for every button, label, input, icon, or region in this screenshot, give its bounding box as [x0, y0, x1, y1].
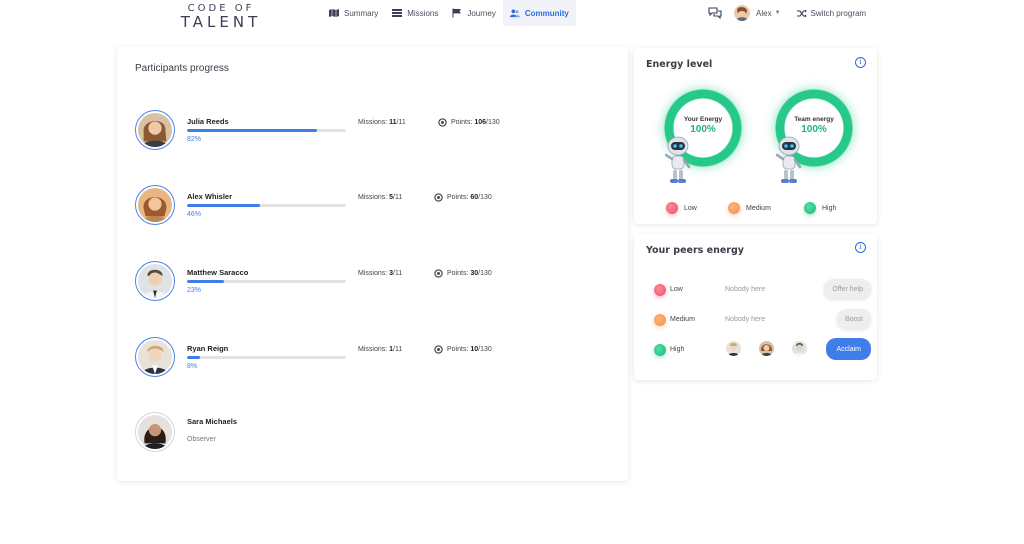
peer-row-high: High Acclaim — [634, 338, 877, 361]
nav-missions[interactable]: Missions — [385, 0, 445, 26]
legend-high-label: High — [822, 204, 837, 212]
your-energy-label: Your Energy — [683, 116, 723, 123]
energy-level-title: Energy level — [646, 59, 713, 70]
avatar[interactable] — [759, 341, 774, 356]
peer-row-medium: Medium Nobody here Boost — [634, 309, 877, 331]
chat-icon[interactable] — [708, 7, 722, 19]
avatar[interactable] — [726, 341, 741, 356]
peers-energy-title: Your peers energy — [646, 245, 744, 256]
avatar — [135, 412, 175, 452]
avatar — [135, 261, 175, 301]
progress-percent: 82% — [187, 136, 202, 143]
participant-role: Observer — [187, 436, 216, 443]
legend-high: High — [804, 202, 836, 214]
map-icon — [329, 9, 339, 17]
progress-bar — [187, 204, 346, 207]
participant-name: Julia Reeds — [187, 117, 229, 126]
user-name[interactable]: Alex — [756, 9, 772, 18]
avatar — [135, 185, 175, 225]
participant-name: Matthew Saracco — [187, 268, 249, 277]
participant-row[interactable]: Ryan Reign 8% Missions: 1/11 Points: 10/… — [117, 334, 628, 378]
points-count: Points: 106/130 — [438, 118, 500, 127]
participants-progress-title: Participants progress — [135, 63, 229, 74]
participants-progress-card: Participants progress Julia Reeds 82% Mi… — [117, 47, 628, 481]
peer-empty-text: Nobody here — [725, 316, 766, 323]
participant-row[interactable]: Matthew Saracco 23% Missions: 3/11 Point… — [117, 258, 628, 302]
medal-icon — [434, 345, 443, 354]
legend-medium: Medium — [728, 202, 771, 214]
high-dot-icon — [654, 344, 666, 356]
participant-row[interactable]: Alex Whisler 46% Missions: 5/11 Points: … — [117, 182, 628, 226]
high-dot-icon — [804, 202, 816, 214]
missions-count: Missions: 11/11 — [358, 119, 406, 126]
switch-program-label: Switch program — [810, 8, 867, 18]
progress-bar — [187, 280, 346, 283]
peers-energy-card: Your peers energy i Low Nobody here Offe… — [634, 234, 877, 380]
legend-medium-label: Medium — [746, 204, 771, 212]
nav-journey[interactable]: Journey — [445, 0, 502, 26]
brand-logo[interactable]: CODE OF TALENT — [158, 4, 284, 30]
avatar[interactable] — [792, 341, 807, 356]
nav-journey-label: Journey — [467, 8, 496, 18]
main-nav: Summary Missions Journey Community — [322, 0, 576, 26]
low-dot-icon — [666, 202, 678, 214]
low-dot-icon — [654, 284, 666, 296]
nav-community[interactable]: Community — [502, 0, 576, 26]
progress-percent: 23% — [187, 287, 202, 294]
flag-icon — [452, 8, 462, 18]
participant-row[interactable]: Sara Michaels Observer — [117, 409, 628, 453]
missions-count: Missions: 3/11 — [358, 270, 403, 277]
info-icon[interactable]: i — [855, 57, 866, 68]
nav-summary-label: Summary — [344, 8, 379, 18]
brand-line-2: TALENT — [180, 13, 262, 31]
participant-row[interactable]: Julia Reeds 82% Missions: 11/11 Points: … — [117, 107, 628, 151]
offer-help-button[interactable]: Offer help — [824, 279, 871, 299]
peer-level-label: Medium — [670, 316, 695, 323]
energy-level-card: Energy level i Your Energy 100% Team ene… — [634, 48, 877, 224]
robot-icon — [665, 136, 691, 183]
progress-percent: 8% — [187, 363, 198, 370]
boost-button[interactable]: Boost — [837, 309, 871, 329]
nav-summary[interactable]: Summary — [322, 0, 385, 26]
shuffle-icon — [796, 9, 807, 17]
peer-level-label: High — [670, 346, 685, 353]
switch-program-button[interactable]: Switch program — [796, 8, 867, 18]
medal-icon — [438, 118, 447, 127]
points-count: Points: 10/130 — [434, 345, 492, 354]
info-icon[interactable]: i — [855, 242, 866, 253]
avatar — [135, 337, 175, 377]
participant-name: Sara Michaels — [187, 417, 238, 426]
user-area: Alex ▼ Switch program — [708, 4, 866, 22]
peer-row-low: Low Nobody here Offer help — [634, 279, 877, 301]
missions-count: Missions: 5/11 — [358, 194, 403, 201]
participant-name: Ryan Reign — [187, 344, 229, 353]
user-avatar[interactable] — [734, 5, 750, 21]
robot-icon — [776, 136, 802, 183]
medium-dot-icon — [728, 202, 740, 214]
legend-low-label: Low — [684, 204, 697, 212]
team-energy-label: Team energy — [794, 116, 834, 123]
people-icon — [509, 9, 520, 18]
peer-empty-text: Nobody here — [725, 286, 766, 293]
points-count: Points: 30/130 — [434, 269, 492, 278]
medal-icon — [434, 193, 443, 202]
legend-low: Low — [666, 202, 697, 214]
participant-name: Alex Whisler — [187, 192, 233, 201]
list-icon — [392, 9, 403, 17]
medium-dot-icon — [654, 314, 666, 326]
avatar — [135, 110, 175, 150]
progress-bar — [187, 129, 346, 132]
missions-count: Missions: 1/11 — [358, 346, 403, 353]
chevron-down-icon[interactable]: ▼ — [775, 10, 781, 16]
points-count: Points: 60/130 — [434, 193, 492, 202]
progress-percent: 46% — [187, 211, 202, 218]
peer-level-label: Low — [670, 286, 683, 293]
nav-missions-label: Missions — [407, 8, 439, 18]
progress-bar — [187, 356, 346, 359]
nav-community-label: Community — [524, 8, 569, 18]
acclaim-button[interactable]: Acclaim — [826, 338, 871, 360]
medal-icon — [434, 269, 443, 278]
